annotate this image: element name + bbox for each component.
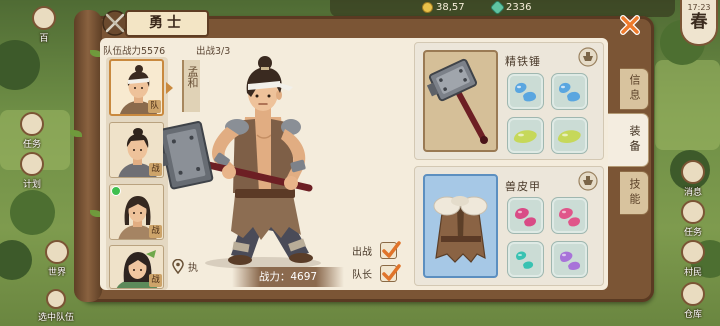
armor-name: 兽皮甲 — [505, 180, 541, 193]
message-icon — [681, 160, 705, 184]
gem-slot[interactable] — [507, 197, 544, 234]
coin-value: 38,57 — [436, 2, 465, 13]
roster-card[interactable]: 队 — [109, 59, 164, 116]
tab-skills[interactable]: 技能 — [620, 171, 649, 215]
character-location[interactable]: 执 — [172, 259, 198, 274]
gem-icon — [559, 207, 580, 227]
gem-slot[interactable] — [551, 241, 588, 278]
location-label: 执 — [188, 263, 198, 274]
weapon-slot[interactable] — [423, 50, 498, 152]
right-menu-label: 村民 — [683, 268, 702, 278]
gem-slot[interactable] — [551, 117, 588, 154]
coin-icon — [422, 2, 433, 13]
gem-slot[interactable] — [507, 73, 544, 110]
jade-counter[interactable]: 2336 — [489, 0, 532, 16]
role-badge: 战 — [149, 163, 162, 176]
right-menu-item-0[interactable]: 消息 — [673, 160, 713, 198]
task-icon — [681, 200, 705, 224]
role-badge: 战 — [149, 225, 162, 238]
left-menu-item-4[interactable]: 选中队伍 — [36, 289, 76, 323]
forge-icon[interactable] — [578, 47, 598, 67]
character-name: 孟和 — [182, 60, 200, 112]
left-menu-label: 计划 — [22, 180, 41, 190]
jade-value: 2336 — [506, 2, 532, 13]
armor-slot[interactable] — [423, 174, 498, 278]
role-badge: 战 — [149, 274, 162, 287]
branch-border — [70, 10, 102, 302]
right-menu-item-2[interactable]: 村民 — [673, 240, 713, 278]
gem-icon — [560, 251, 581, 270]
toggle-label: 出战 — [352, 247, 372, 258]
right-menu-label: 任务 — [683, 228, 702, 238]
weapon-name: 精铁锤 — [505, 55, 541, 68]
gem-slot[interactable] — [507, 241, 544, 278]
roster-card[interactable]: 战 — [109, 122, 164, 178]
team-power: 队伍战力5576 — [103, 46, 166, 57]
tab-info[interactable]: 信息 — [620, 68, 649, 110]
left-menu-item-3[interactable]: 世界 — [37, 240, 77, 278]
left-menu-item-1[interactable]: 任务 — [12, 112, 52, 150]
right-menu-label: 仓库 — [683, 310, 702, 320]
left-menu-label: 世界 — [47, 268, 66, 278]
warehouse-icon — [681, 282, 705, 306]
season-clock[interactable]: 17:23 春 — [680, 0, 718, 46]
left-menu-label: 百 — [39, 34, 49, 44]
new-indicator — [111, 186, 121, 196]
gem-icon — [515, 207, 536, 227]
gem-slot[interactable] — [551, 197, 588, 234]
fur-armor-icon — [433, 196, 488, 263]
clock-time: 17:23 — [687, 3, 711, 12]
right-menu-label: 消息 — [683, 188, 702, 198]
scroll-icon — [20, 112, 44, 136]
gem-icon — [513, 130, 537, 143]
checkmark-icon — [382, 264, 401, 281]
location-pin-icon — [172, 259, 184, 274]
left-menu-item-2[interactable]: 计划 — [12, 152, 52, 190]
right-menu-item-1[interactable]: 任务 — [673, 200, 713, 238]
season-label: 春 — [690, 12, 708, 32]
globe-icon — [45, 240, 69, 264]
right-menu-item-3[interactable]: 仓库 — [673, 282, 713, 320]
roster-card[interactable]: 战 — [109, 184, 164, 240]
checkbox[interactable] — [380, 241, 401, 259]
tab-equipment[interactable]: 装备 — [608, 113, 649, 167]
villager-icon — [681, 240, 705, 264]
plan-icon — [20, 152, 44, 176]
book-icon — [32, 6, 56, 30]
checkmark-icon — [382, 241, 401, 258]
left-menu-label: 任务 — [22, 140, 41, 150]
coin-counter[interactable]: 38,57 — [422, 2, 465, 13]
character-power: 战力：4697 — [232, 267, 344, 287]
gem-icon — [516, 251, 534, 269]
checkbox[interactable] — [380, 264, 401, 282]
deploy-toggle[interactable]: 出战 — [352, 241, 401, 259]
gem-icon — [559, 82, 581, 102]
team-icon — [46, 289, 66, 309]
jade-icon — [489, 0, 506, 16]
roster-card[interactable]: 战 — [109, 245, 164, 289]
left-menu-item-0[interactable]: 百 — [24, 6, 64, 44]
hammer-icon — [426, 58, 488, 144]
panel-title: 勇士 — [125, 10, 209, 37]
role-badge: 队 — [148, 100, 161, 113]
gem-slot[interactable] — [551, 73, 588, 110]
toggle-label: 队长 — [352, 270, 372, 281]
close-icon[interactable] — [617, 12, 643, 38]
forge-icon[interactable] — [578, 171, 598, 191]
left-menu-label: 选中队伍 — [37, 313, 74, 323]
gem-icon — [557, 130, 581, 143]
captain-toggle[interactable]: 队长 — [352, 264, 401, 282]
gem-icon — [515, 82, 537, 102]
gem-slot[interactable] — [507, 117, 544, 154]
